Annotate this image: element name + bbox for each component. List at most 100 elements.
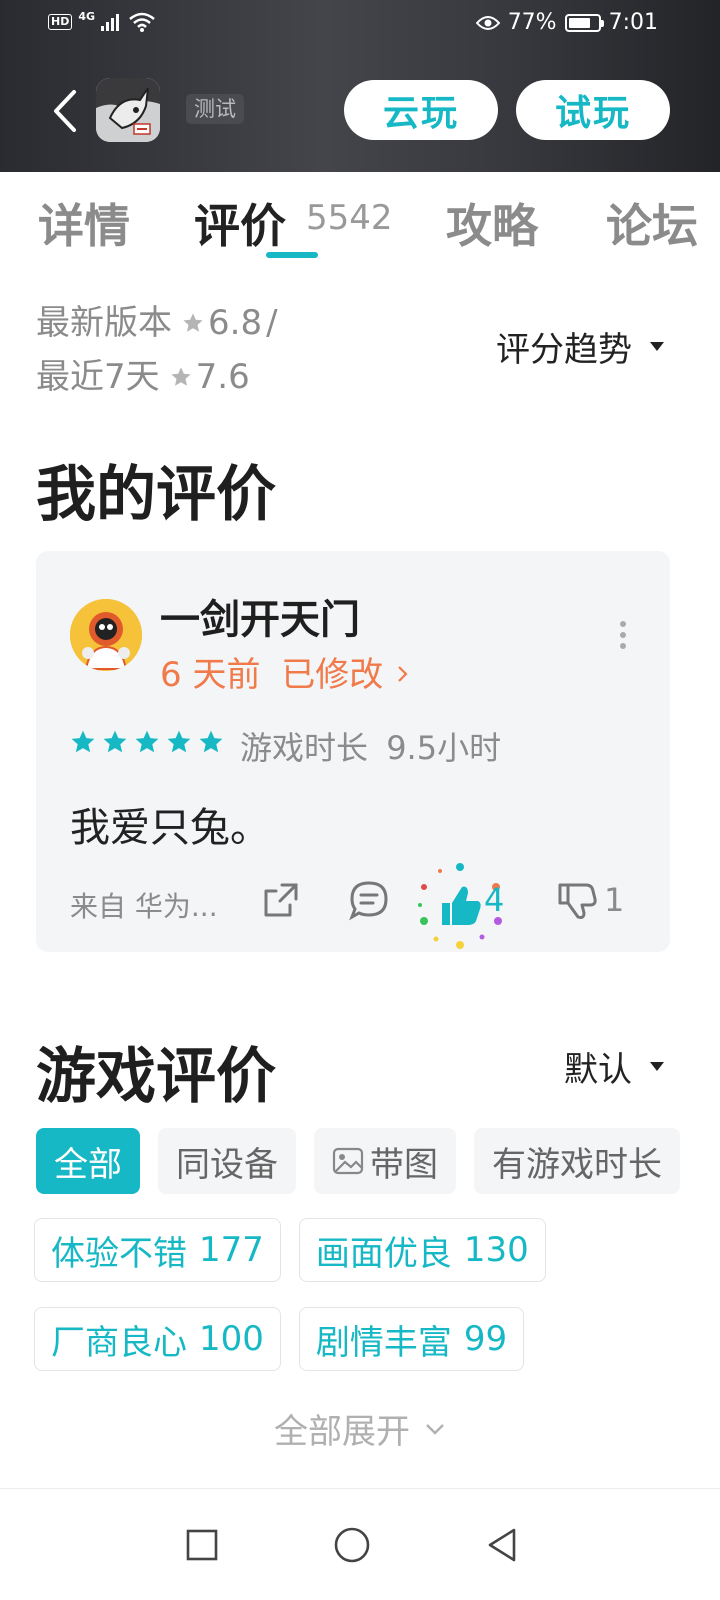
tag-item[interactable]: 剧情丰富 99: [298, 1307, 525, 1371]
battery-percent: 77%: [507, 10, 557, 35]
triangle-back-icon: [488, 1528, 516, 1562]
tag-count: 99: [463, 1319, 508, 1359]
star-icon: [171, 367, 191, 386]
modified-label: 已修改: [281, 655, 384, 695]
tab-guides[interactable]: 攻略: [446, 190, 538, 256]
review-count: 5542: [306, 198, 393, 238]
tab-forum[interactable]: 论坛: [606, 190, 698, 256]
review-time: 6 天前: [160, 655, 261, 695]
status-right: 77% 7:01: [475, 10, 658, 35]
cloud-play-button[interactable]: 云玩: [344, 80, 498, 140]
from-device: 来自 华为...: [70, 890, 218, 923]
tag-count: 100: [199, 1319, 264, 1359]
score-separator: /: [266, 303, 278, 343]
tab-bar: 详情 评价 5542 攻略 论坛: [0, 180, 720, 260]
rating-trend-label: 评分趋势: [496, 330, 632, 370]
avatar[interactable]: [70, 599, 142, 671]
battery-icon: [564, 13, 604, 32]
tag-label: 剧情丰富: [315, 1322, 452, 1363]
home-button[interactable]: [322, 1515, 382, 1575]
chevron-right-icon: [398, 666, 408, 682]
star-icon: [135, 730, 159, 753]
test-badge: 测试: [186, 94, 244, 124]
latest-version-rating: 最新版本 6.8 /: [36, 296, 278, 350]
tag-row: 体验不错 177 画面优良 130: [34, 1218, 546, 1282]
tag-item[interactable]: 厂商良心 100: [34, 1307, 281, 1371]
filter-with-image[interactable]: 带图: [314, 1128, 456, 1194]
tag-count: 177: [199, 1230, 264, 1270]
system-nav-bar: [0, 1488, 720, 1600]
status-left: HD 4G: [48, 9, 155, 32]
playtime: 游戏时长 9.5小时: [240, 723, 501, 769]
chevron-down-icon: [426, 1423, 444, 1435]
filter-chips: 全部 同设备 带图 有游戏时长: [36, 1128, 680, 1194]
eye-icon: [475, 15, 500, 30]
playtime-label: 游戏时长: [240, 729, 369, 767]
tag-item[interactable]: 画面优良 130: [298, 1218, 546, 1282]
filter-with-playtime[interactable]: 有游戏时长: [474, 1128, 680, 1194]
review-actions: 来自 华为... 4 1: [70, 863, 630, 949]
star-rating: [70, 729, 224, 755]
expand-all-label: 全部展开: [274, 1412, 410, 1452]
rating-trend-dropdown[interactable]: 评分趋势: [496, 322, 664, 371]
latest-version-label: 最新版本: [36, 303, 172, 343]
status-bar: HD 4G 77% 7:01: [0, 0, 720, 48]
dislike-count: 1: [604, 881, 625, 919]
latest-version-score: 6.8: [208, 303, 263, 343]
tag-row: 厂商良心 100 剧情丰富 99: [34, 1307, 525, 1371]
back-nav-button[interactable]: [472, 1515, 532, 1575]
game-app-icon[interactable]: [96, 78, 160, 142]
user-name[interactable]: 一剑开天门: [160, 587, 360, 645]
review-meta[interactable]: 6 天前 已修改: [160, 647, 410, 696]
recent-label: 最近7天: [36, 357, 160, 397]
clock: 7:01: [608, 10, 658, 35]
try-play-button[interactable]: 试玩: [516, 80, 670, 140]
recent-rating: 最近7天 7.6: [36, 350, 278, 404]
tag-label: 体验不错: [51, 1233, 187, 1274]
filter-all[interactable]: 全部: [36, 1128, 140, 1194]
star-icon: [167, 730, 191, 753]
app-header: HD 4G 77% 7:01 测试 云玩 试玩: [0, 0, 720, 172]
star-icon: [199, 730, 223, 753]
wifi-icon: [129, 12, 155, 32]
signal-icon: [101, 14, 120, 31]
tab-details[interactable]: 详情: [38, 190, 130, 256]
share-icon[interactable]: [260, 879, 302, 921]
filter-with-image-label: 带图: [370, 1144, 438, 1185]
expand-all-button[interactable]: 全部展开: [0, 1404, 720, 1453]
rating-summary: 最新版本 6.8 / 最近7天 7.6: [36, 296, 278, 404]
game-art-icon: [96, 78, 160, 142]
filter-same-device[interactable]: 同设备: [158, 1128, 296, 1194]
hd-indicator: HD: [48, 14, 73, 30]
square-icon: [186, 1529, 218, 1561]
dislike-icon[interactable]: [556, 879, 598, 921]
sort-label: 默认: [564, 1050, 632, 1090]
tab-reviews[interactable]: 评价: [194, 190, 286, 256]
caret-down-icon: [650, 342, 664, 351]
comment-icon[interactable]: [348, 879, 390, 921]
tag-label: 厂商良心: [51, 1322, 187, 1363]
image-icon: [332, 1147, 364, 1175]
review-text: 我爱只兔。: [70, 805, 270, 851]
recent-apps-button[interactable]: [172, 1515, 232, 1575]
circle-icon: [334, 1527, 370, 1563]
battery-fill: [568, 17, 591, 28]
tag-count: 130: [463, 1230, 529, 1270]
like-count: 4: [484, 881, 505, 919]
tag-label: 画面优良: [315, 1233, 452, 1274]
more-options-button[interactable]: [618, 621, 628, 649]
caret-down-icon: [650, 1062, 664, 1071]
network-type: 4G: [78, 9, 96, 23]
star-icon: [71, 730, 95, 753]
playtime-value: 9.5小时: [386, 729, 502, 767]
sort-dropdown[interactable]: 默认: [564, 1042, 664, 1091]
my-review-title: 我的评价: [36, 460, 276, 530]
user-avatar-icon: [70, 599, 142, 671]
active-tab-indicator: [266, 252, 318, 258]
game-reviews-title: 游戏评价: [36, 1042, 276, 1112]
my-review-card: 一剑开天门 6 天前 已修改 游戏时长 9.5小时 我爱只兔。 来自 华为...: [36, 551, 670, 952]
tag-item[interactable]: 体验不错 177: [34, 1218, 281, 1282]
recent-score: 7.6: [195, 357, 250, 397]
chevron-left-icon: [54, 90, 76, 132]
back-button[interactable]: [46, 86, 86, 136]
